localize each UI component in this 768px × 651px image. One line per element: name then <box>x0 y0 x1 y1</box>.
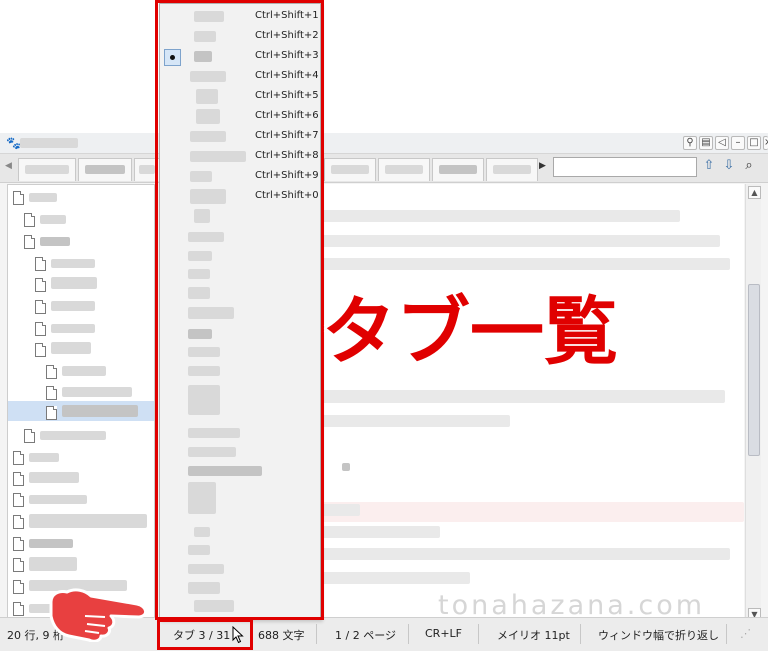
text-line-highlight <box>320 502 744 522</box>
text-line <box>320 258 730 270</box>
document-icon <box>13 580 24 594</box>
tab-7[interactable] <box>486 158 538 181</box>
char-count: 688 文字 <box>258 629 305 642</box>
text-line <box>320 526 440 538</box>
tab-menu-highlight-frame <box>155 0 324 620</box>
text-mark <box>342 463 350 471</box>
document-icon <box>35 322 46 336</box>
wrap-mode[interactable]: ウィンドウ幅で折り返し <box>598 627 719 643</box>
window-title-redacted <box>20 138 78 148</box>
app-window: 🐾 ⚲ ▤ ◁ – □ × ◀ ▶ ⇧ ⇩ ⌕ <box>0 133 768 650</box>
document-icon <box>13 472 24 486</box>
document-icon <box>24 235 35 249</box>
text-line <box>320 548 730 560</box>
vertical-scrollbar[interactable]: ▲ ▼ <box>745 184 761 624</box>
document-tree[interactable] <box>7 184 155 626</box>
document-icon <box>46 406 57 420</box>
pointing-hand-icon <box>49 588 147 642</box>
close-icon[interactable]: × <box>763 136 768 150</box>
document-icon <box>13 537 24 551</box>
down-arrow-icon[interactable]: ⇩ <box>721 158 737 174</box>
newline-mode[interactable]: CR+LF <box>425 627 462 640</box>
tab-5[interactable] <box>378 158 430 181</box>
document-icon <box>46 386 57 400</box>
tab-bar: ◀ ▶ ⇧ ⇩ ⌕ <box>0 154 768 183</box>
pin-icon[interactable]: ⚲ <box>683 136 697 150</box>
document-icon <box>24 213 35 227</box>
document-icon <box>13 602 24 616</box>
tab-4[interactable] <box>324 158 376 181</box>
document-icon <box>13 493 24 507</box>
tab-scroll-right-icon[interactable]: ▶ <box>539 161 546 171</box>
back-icon[interactable]: ◁ <box>715 136 729 150</box>
panel-icon[interactable]: ▤ <box>699 136 713 150</box>
document-icon <box>46 365 57 379</box>
scroll-thumb[interactable] <box>748 284 760 456</box>
document-icon <box>35 278 46 292</box>
maximize-icon[interactable]: □ <box>747 136 761 150</box>
text-line <box>320 235 720 247</box>
document-icon <box>24 429 35 443</box>
search-input[interactable] <box>553 157 697 177</box>
text-line <box>320 210 680 222</box>
text-line <box>320 390 725 403</box>
title-bar: 🐾 ⚲ ▤ ◁ – □ × <box>0 133 768 154</box>
page-indicator: 1 / 2 ページ <box>335 629 396 642</box>
watermark: tonahazana.com <box>438 590 706 621</box>
document-icon <box>35 257 46 271</box>
resize-grip-icon: ⋰ <box>740 627 751 640</box>
font-indicator[interactable]: メイリオ 11pt <box>497 627 570 643</box>
tab-2[interactable] <box>78 158 132 181</box>
text-line <box>320 415 510 427</box>
minimize-icon[interactable]: – <box>731 136 745 150</box>
document-icon <box>13 515 24 529</box>
document-icon <box>13 558 24 572</box>
text-editor[interactable] <box>320 184 744 624</box>
scroll-up-icon[interactable]: ▲ <box>748 186 761 199</box>
annotation-title: タブ一覧 <box>322 289 618 375</box>
tab-scroll-left-icon[interactable]: ◀ <box>5 161 12 171</box>
document-icon <box>35 343 46 357</box>
text-line <box>320 572 470 584</box>
text-line <box>320 504 360 516</box>
document-icon <box>13 191 24 205</box>
document-icon <box>13 451 24 465</box>
tab-1[interactable] <box>18 158 76 181</box>
search-icon[interactable]: ⌕ <box>741 158 757 174</box>
up-arrow-icon[interactable]: ⇧ <box>701 158 717 174</box>
mouse-cursor-icon <box>232 626 244 644</box>
app-paw-icon: 🐾 <box>6 136 21 150</box>
tab-6[interactable] <box>432 158 484 181</box>
document-icon <box>35 300 46 314</box>
